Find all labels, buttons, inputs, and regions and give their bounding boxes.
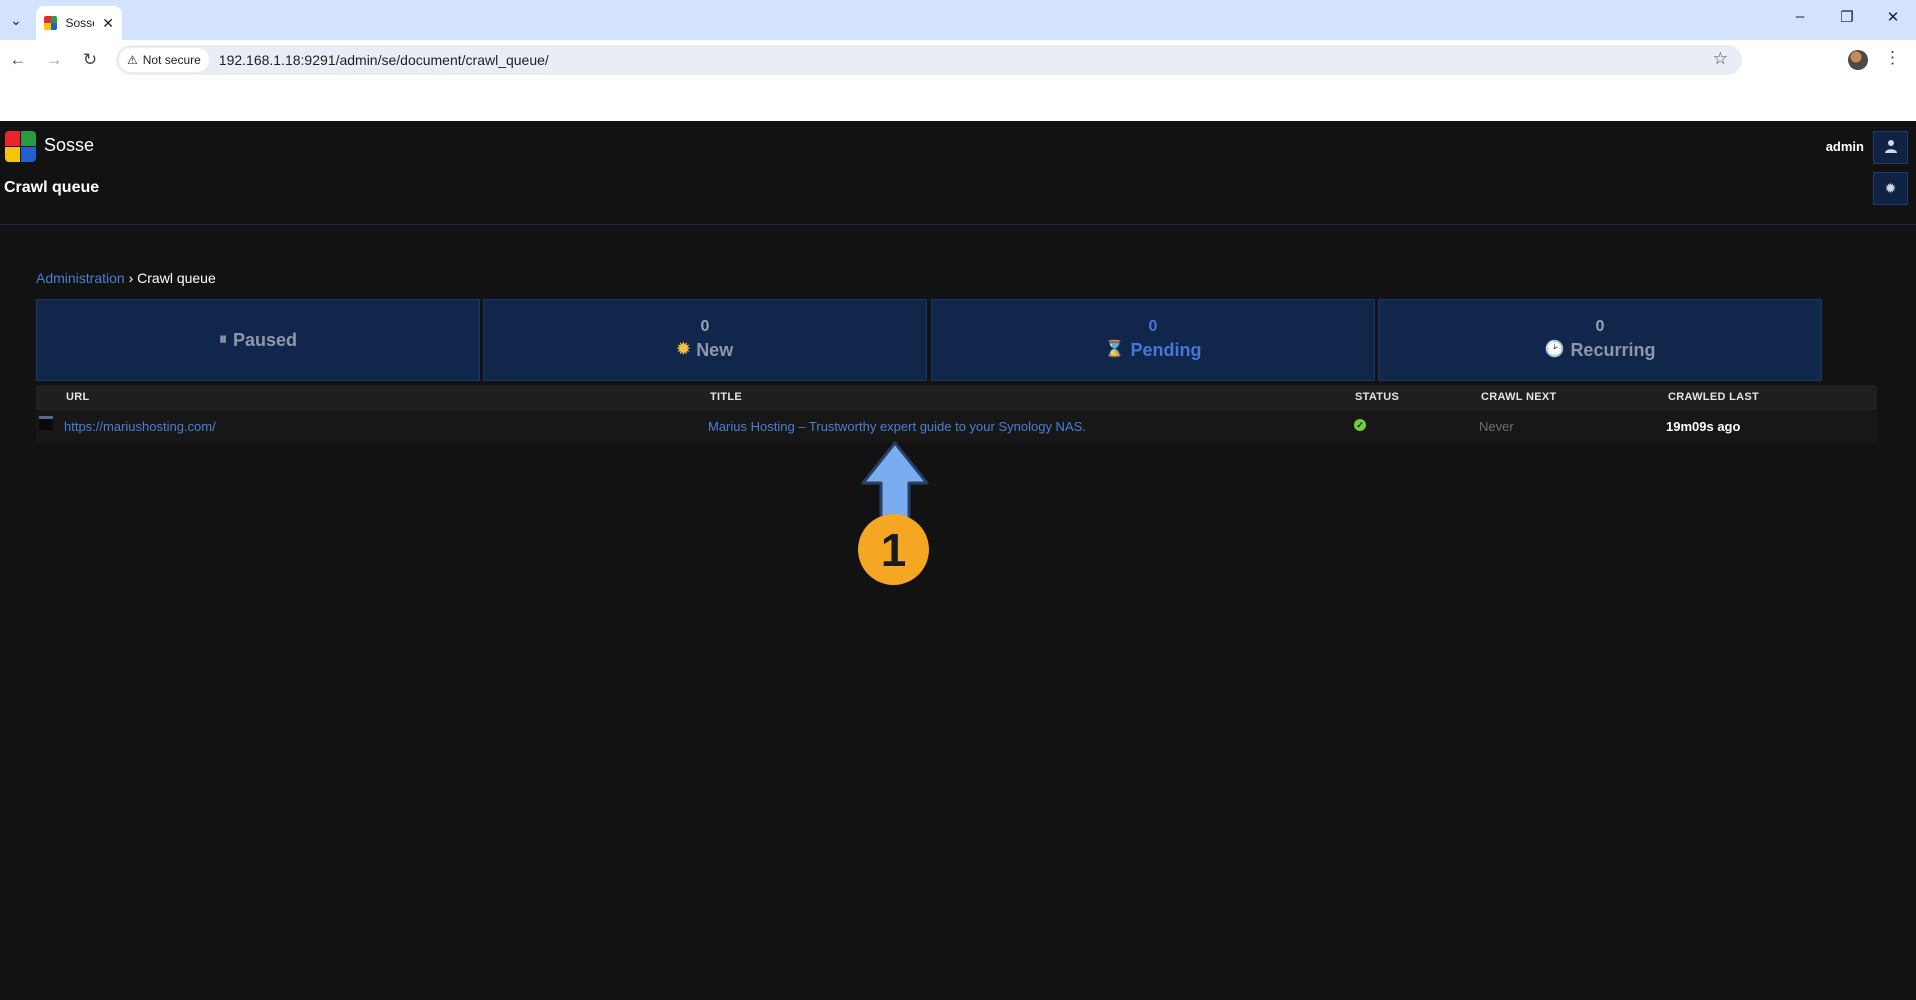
row-url-link[interactable]: https://mariushosting.com/ [64, 419, 216, 434]
card-paused[interactable]: ⏸ Paused [36, 299, 480, 381]
browser-tabstrip: ⌄ Sosse ✕ – ❐ ✕ [0, 0, 1916, 40]
col-title: TITLE [710, 391, 743, 403]
card-paused-label: Paused [232, 330, 298, 350]
breadcrumb-separator: › [128, 270, 134, 286]
browser-toolbar: ← → ↻ ⚠ Not secure 192.168.1.18:9291/adm… [0, 40, 1916, 80]
hourglass-icon: ⌛ [1104, 341, 1125, 358]
security-chip[interactable]: ⚠ Not secure [119, 48, 209, 72]
breadcrumb-administration-link[interactable]: Administration [36, 270, 125, 286]
reload-icon[interactable]: ↻ [78, 48, 102, 72]
minimize-icon[interactable]: – [1786, 8, 1814, 25]
col-crawl-next: CRAWL NEXT [1481, 391, 1557, 403]
card-recurring-label: Recurring [1570, 340, 1656, 360]
theme-button[interactable]: ✹ [1873, 172, 1908, 205]
page-title: Crawl queue [4, 179, 100, 196]
tab-title: Sosse [65, 16, 94, 30]
restore-icon[interactable]: ❐ [1833, 8, 1861, 26]
row-crawled-last: 19m09s ago [1666, 419, 1741, 434]
window-close-icon[interactable]: ✕ [1879, 8, 1907, 26]
user-button[interactable] [1873, 131, 1908, 164]
bookmark-star-icon[interactable]: ☆ [1713, 49, 1728, 69]
card-new-label: New [696, 340, 734, 360]
card-pending-label: Pending [1130, 340, 1202, 360]
back-arrow-icon[interactable]: ← [6, 48, 30, 72]
table-header: URL TITLE STATUS CRAWL NEXT CRAWLED LAST [36, 385, 1877, 410]
sun-icon: ✹ [1884, 180, 1897, 196]
annotation-badge: 1 [858, 514, 929, 585]
brand-name[interactable]: Sosse [44, 135, 94, 156]
warning-icon: ⚠ [127, 53, 138, 67]
tab-search-chevron-down-icon[interactable]: ⌄ [4, 9, 28, 31]
sun-icon: ✹ [676, 341, 691, 358]
breadcrumb-current: Crawl queue [137, 270, 216, 286]
bookmark-bar [0, 80, 1916, 121]
profile-avatar[interactable] [1848, 50, 1868, 70]
user-icon [1884, 139, 1897, 156]
row-crawl-next: Never [1479, 419, 1514, 434]
sosse-favicon-icon [44, 16, 58, 30]
user-name: admin [1825, 139, 1864, 154]
page-thumbnail-icon [39, 416, 53, 430]
sosse-logo-icon[interactable] [5, 131, 36, 162]
col-crawled-last: CRAWLED LAST [1668, 391, 1759, 403]
card-pending[interactable]: 0 ⌛ Pending [931, 299, 1375, 381]
browser-menu-kebab-icon[interactable]: ⋮ [1884, 48, 1901, 68]
forward-arrow-icon[interactable]: → [42, 48, 66, 72]
clock-icon: 🕑 [1544, 341, 1565, 358]
card-recurring[interactable]: 0 🕑 Recurring [1378, 299, 1822, 381]
browser-tab[interactable]: Sosse ✕ [36, 6, 122, 40]
address-bar[interactable]: ⚠ Not secure 192.168.1.18:9291/admin/se/… [116, 45, 1742, 75]
app-header: Sosse Crawl queue admin ✹ [0, 121, 1916, 225]
table-row[interactable]: https://mariushosting.com/ Marius Hostin… [36, 410, 1877, 443]
card-new[interactable]: 0 ✹ New [483, 299, 927, 381]
row-title-link[interactable]: Marius Hosting – Trustworthy expert guid… [708, 419, 1086, 434]
tab-close-icon[interactable]: ✕ [102, 15, 114, 32]
security-label: Not secure [142, 53, 201, 67]
col-url: URL [66, 391, 90, 403]
pause-icon: ⏸ [218, 331, 227, 348]
url-text[interactable]: 192.168.1.18:9291/admin/se/document/craw… [219, 52, 549, 68]
col-status: STATUS [1355, 391, 1400, 403]
crawl-queue-table: URL TITLE STATUS CRAWL NEXT CRAWLED LAST… [36, 385, 1877, 443]
card-pending-count: 0 [1148, 318, 1158, 335]
breadcrumb: Administration › Crawl queue [36, 270, 216, 286]
card-recurring-count: 0 [1595, 318, 1605, 335]
status-ok-icon: ✓ [1354, 419, 1366, 431]
card-new-count: 0 [700, 318, 710, 335]
